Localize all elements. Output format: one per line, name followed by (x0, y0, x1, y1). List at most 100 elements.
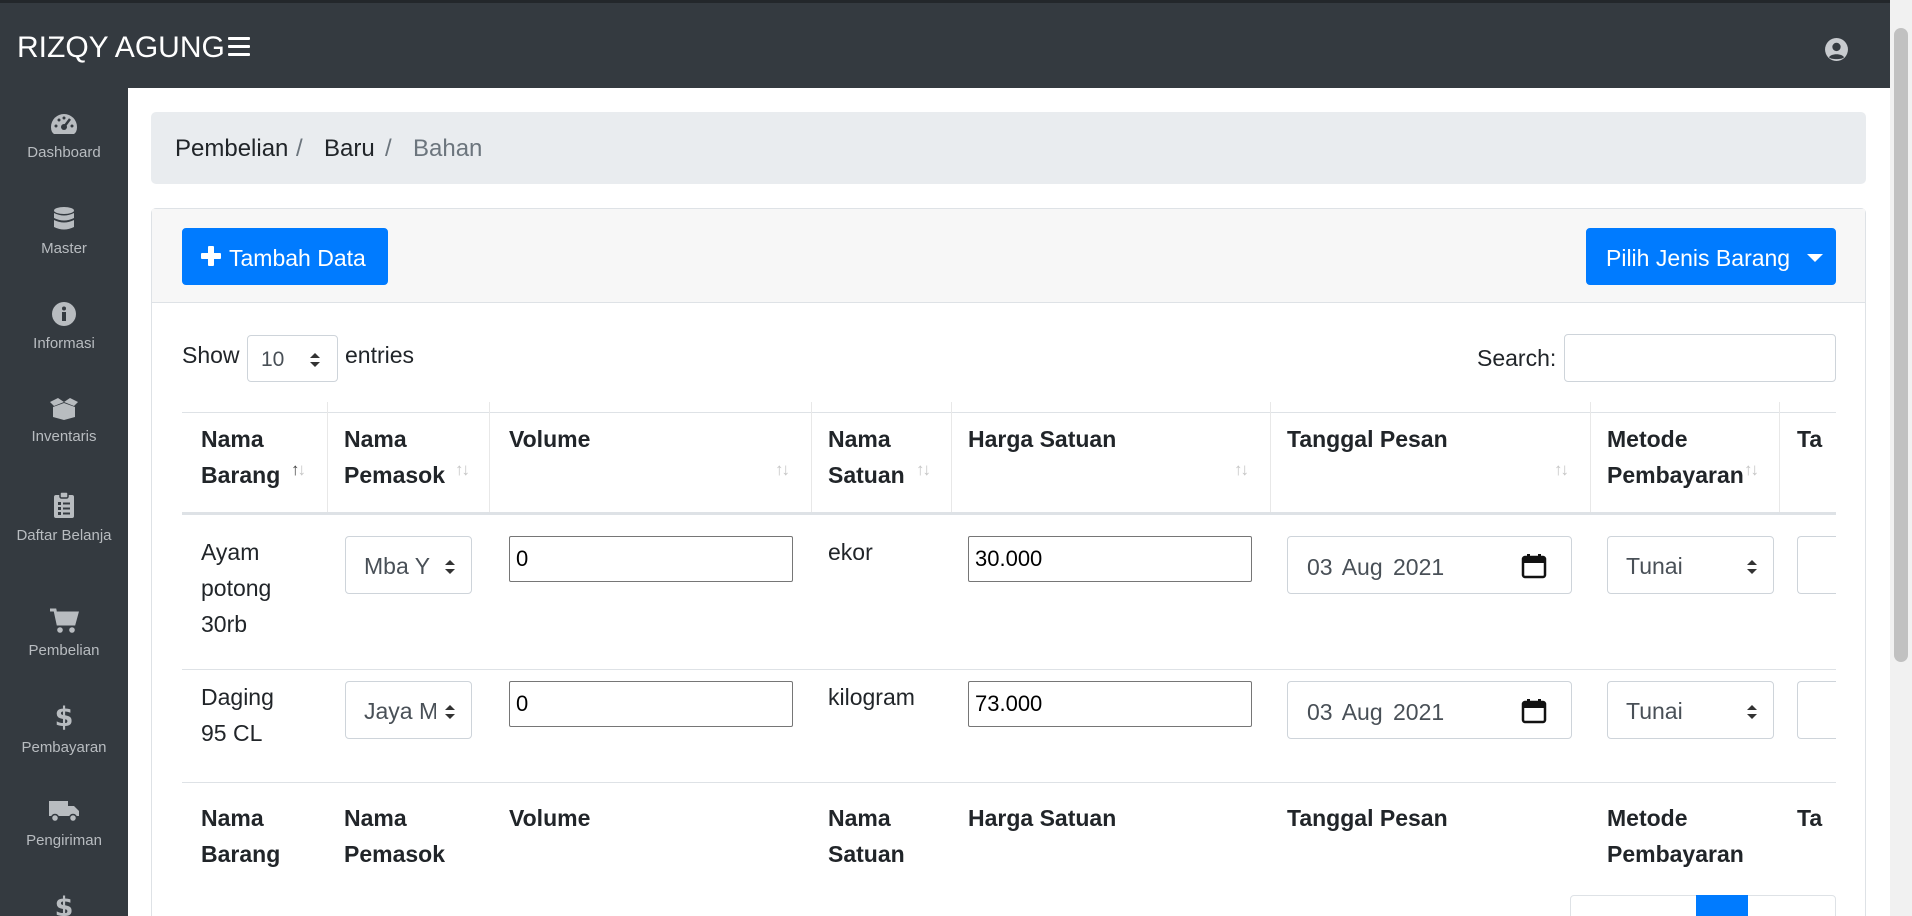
tanggal-clipped-input[interactable] (1797, 681, 1836, 739)
sort-updown-icon (1747, 705, 1757, 719)
column-footer-tanggal-clipped: Ta (1797, 805, 1823, 831)
sidebar-toggle-icon[interactable] (228, 37, 250, 57)
cell-nama-satuan: kilogram (828, 684, 915, 710)
row-border (182, 669, 1836, 670)
sidebar-item-label: Informasi (33, 335, 95, 352)
pagination[interactable] (1570, 895, 1836, 916)
sidebar-item-pembayaran[interactable]: $ Pembayaran (0, 703, 128, 759)
clipboard-list-icon (54, 491, 74, 518)
sidebar-item-dashboard[interactable]: Dashboard (0, 112, 128, 164)
search-label: Search: (1477, 345, 1557, 371)
tanggal-pesan-value: 03 Aug 2021 (1307, 699, 1445, 725)
breadcrumb-item-baru[interactable]: Baru (324, 135, 375, 163)
supplier-select-value: Jaya M (364, 698, 436, 724)
tanggal-pesan-date-input[interactable]: 03 Aug 2021 (1287, 536, 1572, 594)
add-data-button[interactable]: Tambah Data (182, 228, 388, 285)
column-footer-nama-barang: Nama Barang (201, 805, 281, 867)
sidebar-item-label: Pembelian (28, 642, 100, 659)
metode-pembayaran-select[interactable]: Tunai (1607, 681, 1774, 739)
data-card: Tambah Data Pilih Jenis Barang Show 10 e… (151, 208, 1866, 916)
sort-icon: ↑↓ (775, 460, 790, 479)
tanggal-pesan-date-input[interactable]: 03 Aug 2021 (1287, 681, 1572, 739)
column-header-harga-satuan[interactable]: Harga Satuan (968, 421, 1116, 457)
supplier-select[interactable]: Mba Y (345, 536, 472, 594)
sidebar-item-pengiriman[interactable]: Pengiriman (0, 798, 128, 852)
dollar-sign-icon: $ (55, 703, 73, 731)
table-header-border (182, 512, 1836, 515)
entries-length-select[interactable]: 10 (247, 335, 338, 382)
sort-icon: ↑↓ (1234, 460, 1249, 479)
column-header-nama-satuan[interactable]: Nama Satuan (828, 421, 905, 493)
top-navbar: RIZQY AGUNG (0, 0, 1890, 88)
row-border (182, 782, 1836, 783)
metode-pembayaran-value: Tunai (1626, 553, 1683, 579)
breadcrumb-item-pembelian[interactable]: Pembelian (175, 135, 288, 163)
column-header-metode-pembayaran[interactable]: Metode Pembayaran (1607, 421, 1744, 493)
svg-text:$: $ (55, 893, 73, 916)
supplier-select[interactable]: Jaya M (345, 681, 472, 739)
sidebar-item-informasi[interactable]: Informasi (0, 301, 128, 355)
database-icon (54, 207, 74, 230)
sidebar-item-more[interactable]: $ (0, 893, 128, 916)
sidebar-item-label: Dashboard (27, 144, 101, 161)
sidebar-item-pembelian[interactable]: Pembelian (0, 608, 128, 662)
tachometer-icon (51, 114, 77, 134)
pagination-active-page[interactable] (1696, 895, 1748, 916)
harga-satuan-input[interactable]: 30.000 (968, 536, 1252, 582)
column-header-nama-barang[interactable]: Nama Barang (201, 421, 280, 493)
sidebar-item-label: Pengiriman (26, 832, 102, 849)
sort-updown-icon (445, 705, 455, 719)
tanggal-clipped-input[interactable] (1797, 536, 1836, 594)
scrollbar-thumb[interactable] (1894, 28, 1908, 662)
sidebar: Dashboard Master Informasi Inventaris Da… (0, 88, 128, 916)
volume-input[interactable]: 0 (509, 681, 793, 727)
metode-pembayaran-select[interactable]: Tunai (1607, 536, 1774, 594)
page: RIZQY AGUNG Dashboard Master Informasi I… (0, 0, 1912, 916)
sidebar-item-label: Master (41, 240, 87, 257)
breadcrumb-item-bahan: Bahan (413, 135, 483, 162)
plus-icon (201, 246, 221, 266)
pilih-jenis-barang-label: Pilih Jenis Barang (1606, 245, 1791, 271)
search-input[interactable] (1564, 334, 1836, 382)
card-header: Tambah Data Pilih Jenis Barang (152, 209, 1865, 303)
volume-input[interactable]: 0 (509, 536, 793, 582)
page-scrollbar[interactable] (1890, 0, 1912, 916)
sidebar-item-label: Inventaris (31, 428, 97, 445)
sidebar-item-master[interactable]: Master (0, 206, 128, 260)
column-footer-harga-satuan: Harga Satuan (968, 805, 1117, 831)
sort-updown-icon (445, 560, 455, 574)
breadcrumb-separator: / (296, 135, 303, 162)
sort-updown-icon (310, 353, 320, 367)
truck-icon (49, 801, 79, 823)
sidebar-item-daftar-belanja[interactable]: Daftar Belanja (0, 491, 128, 547)
sort-icon: ↑↓ (291, 460, 306, 479)
column-header-tanggal-clipped[interactable]: Ta (1797, 421, 1822, 457)
user-circle-icon[interactable] (1824, 37, 1849, 62)
entries-length-value: 10 (261, 348, 285, 371)
tanggal-pesan-value: 03 Aug 2021 (1307, 554, 1445, 580)
cell-nama-barang: Daging 95 CL (201, 684, 274, 746)
sidebar-item-inventaris[interactable]: Inventaris (0, 396, 128, 448)
info-circle-icon (52, 302, 76, 326)
metode-pembayaran-value: Tunai (1626, 698, 1683, 724)
sidebar-item-label: Pembayaran (21, 739, 107, 756)
cell-nama-barang: Ayam potong 30rb (201, 539, 272, 637)
column-header-volume[interactable]: Volume (509, 421, 590, 457)
breadcrumb-separator: / (385, 135, 392, 162)
breadcrumb: Pembelian / Baru / Bahan (151, 112, 1866, 184)
shopping-cart-icon (50, 608, 79, 633)
brand-title[interactable]: RIZQY AGUNG (17, 31, 225, 65)
calendar-icon[interactable] (1521, 698, 1547, 724)
column-header-nama-pemasok[interactable]: Nama Pemasok (344, 421, 445, 493)
supplier-select-value: Mba Y (364, 553, 431, 579)
sort-icon: ↑↓ (916, 460, 931, 479)
sort-icon: ↑↓ (1554, 460, 1569, 479)
show-label: Show (182, 342, 240, 368)
column-footer-nama-pemasok: Nama Pemasok (344, 805, 446, 867)
pilih-jenis-barang-dropdown[interactable]: Pilih Jenis Barang (1586, 228, 1836, 285)
calendar-icon[interactable] (1521, 553, 1547, 579)
box-open-icon (50, 398, 78, 420)
sort-updown-icon (1747, 560, 1757, 574)
column-header-tanggal-pesan[interactable]: Tanggal Pesan (1287, 421, 1448, 457)
harga-satuan-input[interactable]: 73.000 (968, 681, 1252, 727)
